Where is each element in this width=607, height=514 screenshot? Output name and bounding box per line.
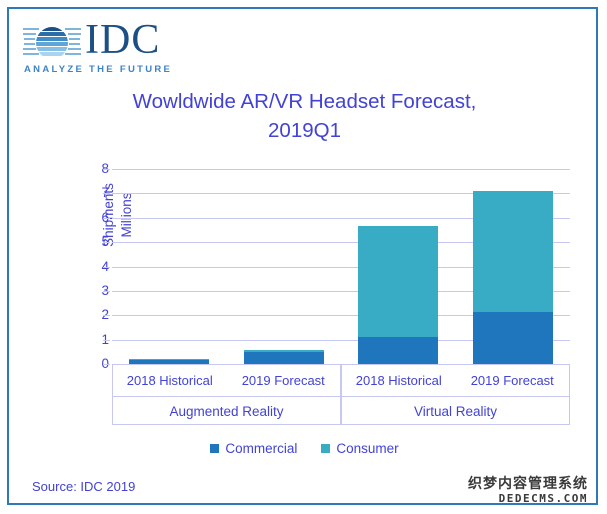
chart-plot-area: Shipments Millions 012345678 bbox=[101, 162, 570, 370]
x-axis-category-label: 2019 Forecast bbox=[470, 373, 554, 388]
watermark-en: DEDECMS.COM bbox=[498, 492, 588, 505]
y-axis-tick-mark bbox=[103, 315, 110, 317]
idc-wordmark: IDC bbox=[85, 17, 161, 63]
bar-segment-commercial[interactable] bbox=[472, 311, 553, 364]
legend-label: Commercial bbox=[225, 441, 298, 456]
chart-card: IDC ANALYZE THE FUTURE Wowldwide AR/VR H… bbox=[7, 7, 598, 505]
legend-item-consumer[interactable]: Consumer bbox=[321, 441, 399, 456]
legend-label: Consumer bbox=[336, 441, 399, 456]
idc-logo: IDC ANALYZE THE FUTURE bbox=[19, 17, 189, 81]
bar-segment-consumer[interactable] bbox=[129, 358, 210, 361]
bar-segment-commercial[interactable] bbox=[358, 337, 439, 364]
y-axis-tick-mark bbox=[103, 266, 110, 268]
bar-column[interactable] bbox=[129, 358, 210, 364]
x-axis-category-row: 2018 Historical 2019 Forecast bbox=[342, 365, 569, 397]
bar-segment-consumer[interactable] bbox=[472, 190, 553, 312]
x-axis: 2018 Historical 2019 Forecast Augmented Re… bbox=[112, 365, 570, 425]
x-axis-group: 2018 Historical 2019 Forecast Augmented Re… bbox=[112, 365, 341, 425]
y-axis-tick-mark bbox=[103, 290, 110, 292]
idc-tagline: ANALYZE THE FUTURE bbox=[24, 64, 173, 75]
title-line-1: Wowldwide AR/VR Headset Forecast, bbox=[132, 90, 477, 113]
bar-segment-commercial[interactable] bbox=[129, 360, 210, 364]
legend-swatch-icon bbox=[321, 444, 331, 453]
y-axis-tick-mark bbox=[103, 242, 110, 244]
legend-swatch-icon bbox=[210, 444, 220, 453]
bar-column[interactable] bbox=[472, 190, 553, 364]
source-note: Source: IDC 2019 bbox=[32, 479, 136, 494]
bar-column[interactable] bbox=[358, 226, 439, 364]
watermark-cn: 织梦内容管理系统 bbox=[468, 476, 588, 492]
x-axis-group-label: Augmented Reality bbox=[169, 403, 284, 419]
bar-column[interactable] bbox=[243, 349, 324, 364]
x-axis-group-label: Virtual Reality bbox=[413, 403, 498, 419]
bar-segment-consumer[interactable] bbox=[358, 226, 439, 338]
bar-segment-consumer[interactable] bbox=[243, 349, 324, 352]
watermark: 织梦内容管理系统 DEDECMS.COM bbox=[468, 477, 588, 504]
y-axis-tick-mark bbox=[103, 217, 110, 219]
x-axis-category-label: 2018 Historical bbox=[355, 373, 442, 388]
y-axis-tick-mark bbox=[103, 169, 110, 170]
y-axis-label-millions: Millions bbox=[119, 192, 134, 238]
page-title: Wowldwide AR/VR Headset Forecast, 2019Q1 bbox=[9, 87, 600, 145]
y-axis-tick-mark bbox=[103, 339, 110, 341]
gridline bbox=[112, 169, 570, 170]
x-axis-group: 2018 Historical 2019 Forecast Virtual Real… bbox=[341, 365, 570, 425]
bar-segment-commercial[interactable] bbox=[243, 351, 324, 364]
x-axis-category-label: 2018 Historical bbox=[126, 373, 213, 388]
x-axis-category-row: 2018 Historical 2019 Forecast bbox=[113, 365, 340, 397]
y-axis-tick-mark bbox=[103, 193, 110, 195]
title-line-2: 2019Q1 bbox=[268, 119, 341, 142]
legend-item-commercial[interactable]: Commercial bbox=[210, 441, 297, 456]
chart-legend: Commercial Consumer bbox=[9, 441, 600, 456]
idc-globe-icon bbox=[23, 27, 81, 56]
y-axis-tick-mark bbox=[103, 364, 110, 365]
x-axis-category-label: 2019 Forecast bbox=[241, 373, 325, 388]
